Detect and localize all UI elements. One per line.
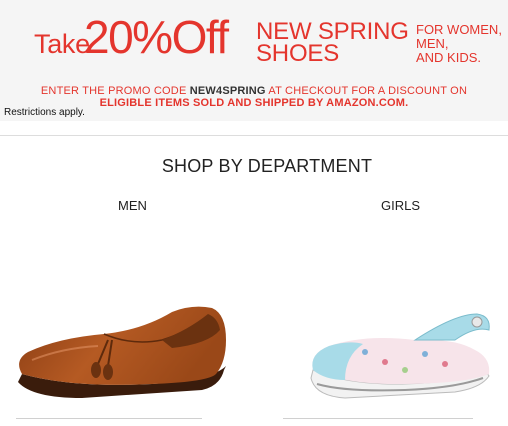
department-label-girls[interactable]: GIRLS [381,198,420,213]
banner-audience-line1: FOR WOMEN, [416,22,502,37]
men-underline [16,418,202,419]
men-shoe-image[interactable] [12,300,232,410]
banner-headline-line2: SHOES [256,40,340,67]
promo-code: NEW4SPRING [189,85,266,97]
restrictions-link[interactable]: Restrictions apply. [4,107,85,118]
promo-prefix: ENTER THE PROMO CODE [40,85,190,97]
banner-take-text: Take [34,29,90,59]
section-divider [0,135,508,136]
promo-instructions: ENTER THE PROMO CODE NEW4SPRING AT CHECK… [0,85,508,97]
department-label-men[interactable]: MEN [118,198,147,213]
banner-discount-text: 20%Off [84,11,229,63]
banner-audience-line3: AND KIDS. [416,50,482,65]
banner-headline: NEW SPRING SHOES [256,20,409,67]
banner-audience-line2: MEN, [416,36,449,51]
promo-suffix: AT CHECKOUT FOR A DISCOUNT ON [265,85,468,97]
section-title: SHOP BY DEPARTMENT [161,156,373,176]
banner-audience: FOR WOMEN, MEN, AND KIDS. [416,23,502,65]
promo-banner[interactable]: Take 20%Off NEW SPRING SHOES FOR WOMEN, … [0,0,508,121]
page: Take 20%Off NEW SPRING SHOES FOR WOMEN, … [0,0,508,426]
girls-shoe-image[interactable] [305,300,505,410]
girls-underline [283,418,473,419]
